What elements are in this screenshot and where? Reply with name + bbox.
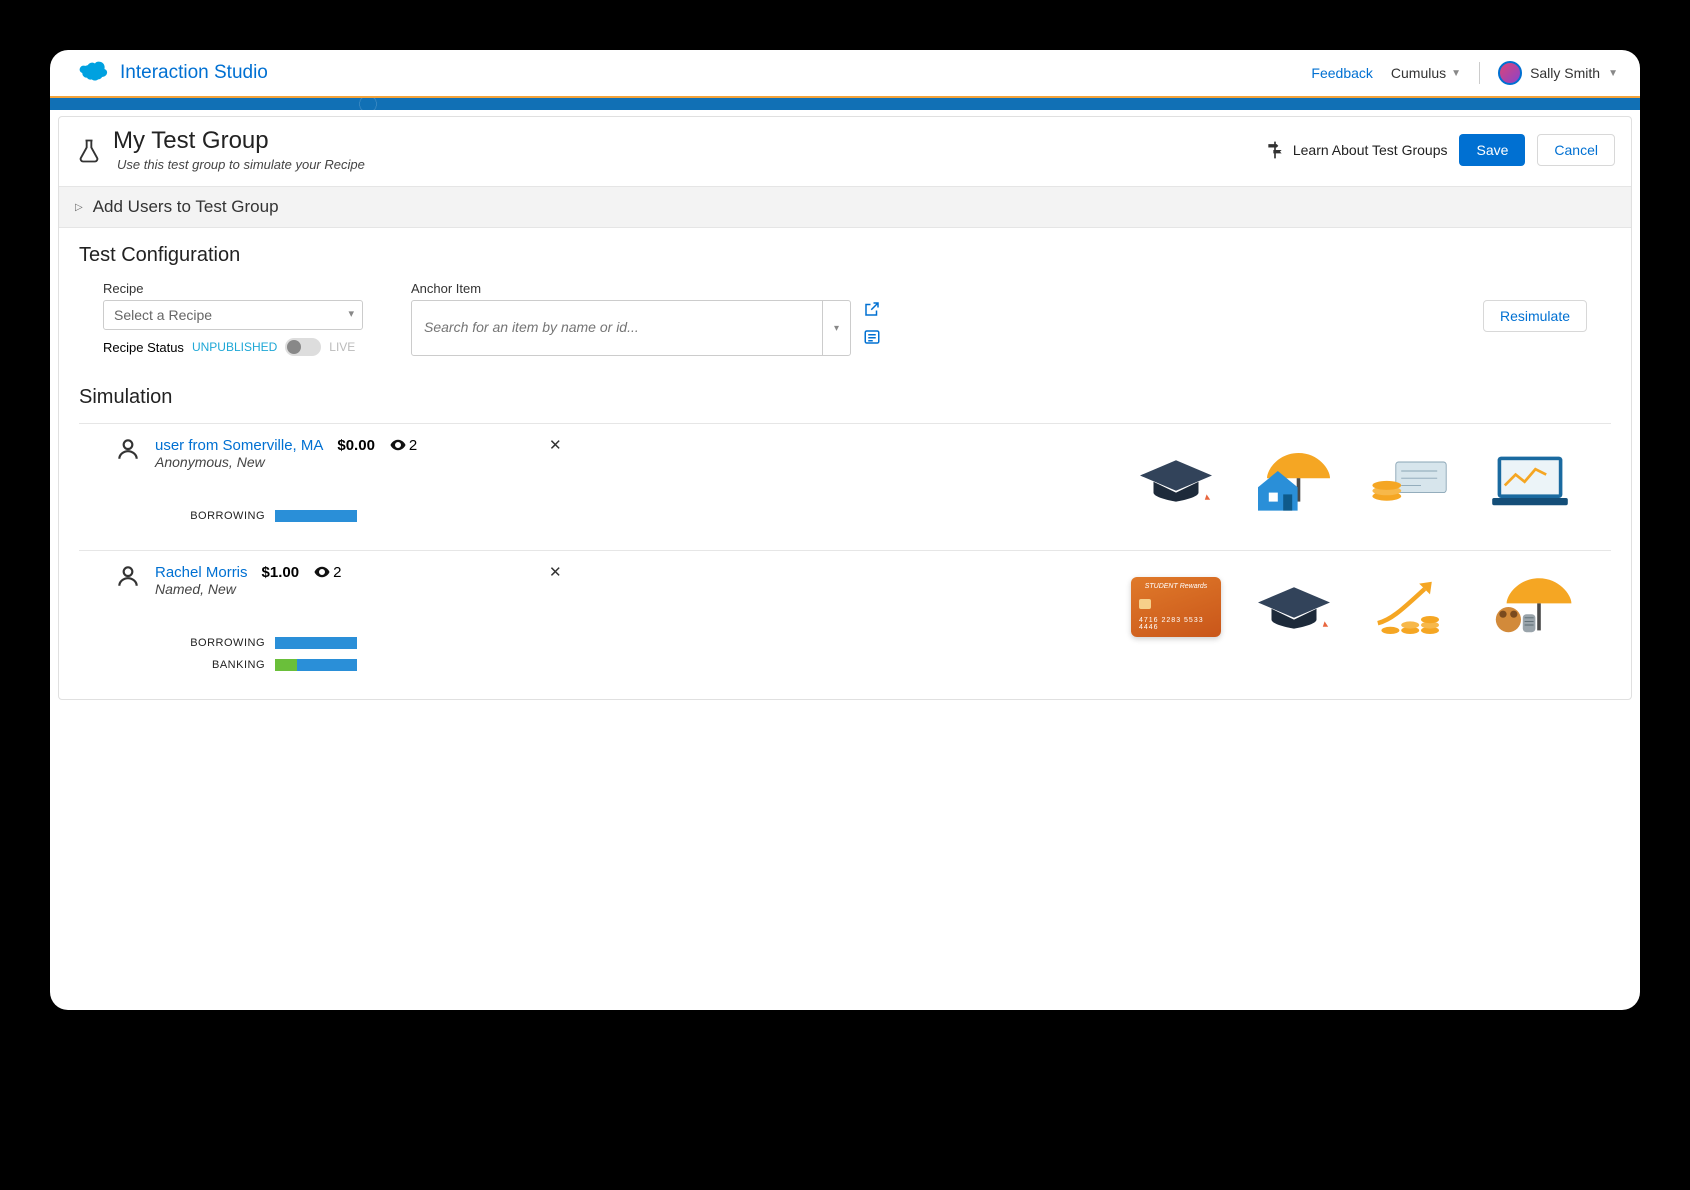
product-house-umbrella[interactable] bbox=[1249, 440, 1339, 520]
page-header: My Test Group Use this test group to sim… bbox=[59, 117, 1631, 186]
cancel-button[interactable]: Cancel bbox=[1537, 134, 1615, 166]
signpost-icon bbox=[1265, 140, 1285, 160]
divider bbox=[1479, 62, 1480, 84]
list-icon[interactable] bbox=[863, 328, 881, 346]
learn-label: Learn About Test Groups bbox=[1293, 142, 1448, 158]
bar-segment bbox=[297, 659, 357, 671]
open-external-icon[interactable] bbox=[863, 300, 881, 318]
remove-user-button[interactable]: ✕ bbox=[549, 564, 562, 581]
save-button[interactable]: Save bbox=[1459, 134, 1525, 166]
status-unpublished: UNPUBLISHED bbox=[192, 340, 277, 354]
anchor-label: Anchor Item bbox=[411, 281, 1587, 296]
product-pets-umbrella[interactable] bbox=[1485, 567, 1575, 647]
org-picker[interactable]: Cumulus ▼ bbox=[1391, 65, 1461, 81]
product-credit-card[interactable]: STUDENT Rewards4716 2283 5533 4446 bbox=[1131, 567, 1221, 647]
avatar bbox=[1498, 61, 1522, 85]
user-menu[interactable]: Sally Smith ▼ bbox=[1498, 61, 1618, 85]
bar-segment bbox=[275, 510, 357, 522]
product-laptop-chart[interactable] bbox=[1485, 440, 1575, 520]
resimulate-button[interactable]: Resimulate bbox=[1483, 300, 1587, 332]
product-grad-cap[interactable] bbox=[1249, 567, 1339, 647]
add-users-label: Add Users to Test Group bbox=[93, 197, 279, 217]
simulation-title: Simulation bbox=[79, 386, 1611, 409]
simulation-user-row: Rachel Morris $1.00 2Named, New BORROWING BA… bbox=[79, 550, 1611, 699]
chevron-down-icon: ▼ bbox=[1608, 68, 1618, 79]
bar-track bbox=[275, 659, 385, 671]
beaker-icon bbox=[75, 137, 103, 165]
page-subtitle: Use this test group to simulate your Rec… bbox=[117, 157, 365, 172]
salesforce-cloud-icon bbox=[72, 60, 110, 86]
user-meta: Anonymous, New bbox=[155, 454, 535, 470]
status-toggle[interactable] bbox=[285, 338, 321, 356]
page-title: My Test Group bbox=[113, 127, 365, 155]
product-coins-check[interactable] bbox=[1367, 440, 1457, 520]
bar-label: BORROWING bbox=[171, 510, 265, 522]
bar-segment bbox=[275, 659, 297, 671]
learn-link[interactable]: Learn About Test Groups bbox=[1265, 140, 1448, 160]
user-icon bbox=[115, 436, 141, 462]
user-amount: $0.00 bbox=[337, 437, 375, 454]
user-amount: $1.00 bbox=[262, 564, 300, 581]
recommendation-strip: STUDENT Rewards4716 2283 5533 4446 bbox=[1131, 563, 1611, 647]
user-name-link[interactable]: user from Somerville, MA bbox=[155, 437, 323, 454]
view-count: 2 bbox=[313, 563, 341, 581]
product-trend-coins[interactable] bbox=[1367, 567, 1457, 647]
recipe-field: Recipe Select a Recipe Recipe Status UNP… bbox=[103, 281, 363, 356]
bar-segment bbox=[275, 637, 357, 649]
app-title: Interaction Studio bbox=[120, 62, 268, 84]
user-name-link[interactable]: Rachel Morris bbox=[155, 564, 248, 581]
anchor-search[interactable]: ▾ bbox=[411, 300, 851, 356]
view-count: 2 bbox=[389, 436, 417, 454]
expand-icon: ▷ bbox=[75, 202, 83, 213]
status-live: LIVE bbox=[329, 340, 355, 354]
app-window: Interaction Studio Feedback Cumulus ▼ Sa… bbox=[50, 50, 1640, 1010]
user-name: Sally Smith bbox=[1530, 65, 1600, 81]
anchor-input[interactable] bbox=[424, 319, 838, 335]
product-grad-cap[interactable] bbox=[1131, 440, 1221, 520]
decorative-band bbox=[50, 98, 1640, 110]
affinity-bar: BORROWING bbox=[171, 510, 535, 522]
bar-label: BORROWING bbox=[171, 637, 265, 649]
bar-track bbox=[275, 637, 385, 649]
eye-icon bbox=[313, 563, 331, 581]
org-name: Cumulus bbox=[1391, 65, 1446, 81]
recipe-status-label: Recipe Status bbox=[103, 340, 184, 355]
affinity-bar: BANKING bbox=[171, 659, 535, 671]
chevron-down-icon: ▼ bbox=[1451, 68, 1461, 79]
test-config-title: Test Configuration bbox=[79, 244, 1611, 267]
user-meta: Named, New bbox=[155, 581, 535, 597]
add-users-section-header[interactable]: ▷ Add Users to Test Group bbox=[59, 186, 1631, 228]
eye-icon bbox=[389, 436, 407, 454]
feedback-link[interactable]: Feedback bbox=[1311, 65, 1372, 81]
content-frame: My Test Group Use this test group to sim… bbox=[58, 116, 1632, 700]
simulation-user-row: user from Somerville, MA $0.00 2Anonymous,… bbox=[79, 423, 1611, 550]
recipe-select[interactable]: Select a Recipe bbox=[103, 300, 363, 330]
recipe-label: Recipe bbox=[103, 281, 363, 296]
remove-user-button[interactable]: ✕ bbox=[549, 437, 562, 454]
bar-track bbox=[275, 510, 385, 522]
affinity-bar: BORROWING bbox=[171, 637, 535, 649]
global-header: Interaction Studio Feedback Cumulus ▼ Sa… bbox=[50, 50, 1640, 98]
recommendation-strip bbox=[1131, 436, 1611, 520]
user-icon bbox=[115, 563, 141, 589]
bar-label: BANKING bbox=[171, 659, 265, 671]
chevron-down-icon[interactable]: ▾ bbox=[822, 301, 850, 355]
